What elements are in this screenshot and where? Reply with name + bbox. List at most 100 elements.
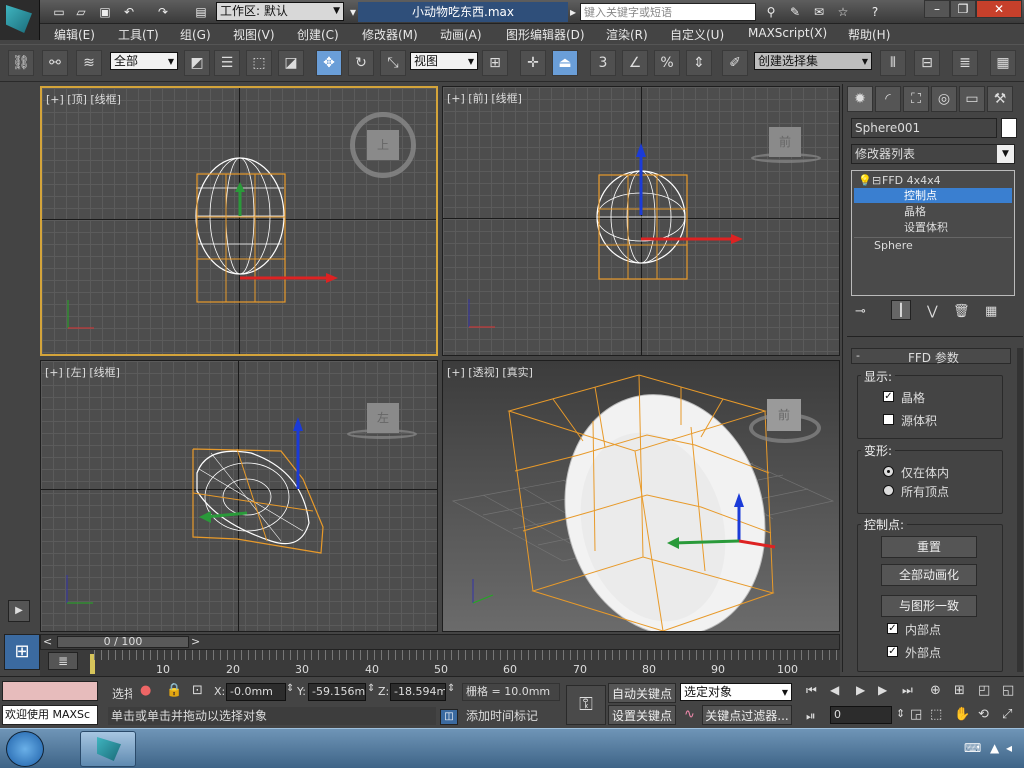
y-spinner-icon[interactable]: ⇕	[367, 683, 375, 694]
zoom-region-icon[interactable]: ⬚	[930, 707, 942, 722]
z-spinner-icon[interactable]: ⇕	[447, 683, 455, 694]
save-icon[interactable]: ▣	[96, 3, 114, 21]
close-button[interactable]: ✕	[976, 0, 1022, 18]
align-icon[interactable]: ⊟	[914, 50, 940, 76]
time-config-icon[interactable]: ◲	[910, 707, 922, 722]
make-unique-icon[interactable]: ⋁	[927, 304, 938, 319]
link-icon[interactable]: ⛓	[8, 50, 34, 76]
help-icon[interactable]: ?	[866, 3, 884, 21]
maximize-viewport-icon[interactable]: ⤢	[1002, 707, 1012, 722]
selection-filter-dropdown[interactable]: 全部	[110, 52, 178, 70]
stack-item-control-points[interactable]: 控制点	[854, 188, 1012, 203]
percent-snap-icon[interactable]: %	[654, 50, 680, 76]
modifier-list-dropdown[interactable]: 修改器列表	[851, 144, 1015, 164]
outside-points-checkbox[interactable]: ✓	[887, 646, 898, 657]
time-next-icon[interactable]: >	[191, 635, 200, 648]
create-tab-icon[interactable]: ✹	[847, 86, 873, 112]
project-folder-icon[interactable]: ▤	[192, 3, 210, 21]
select-manipulate-icon[interactable]: ✛	[520, 50, 546, 76]
viewcube-top[interactable]: 上	[367, 130, 399, 160]
layer-manager-icon[interactable]: ≣	[952, 50, 978, 76]
open-file-icon[interactable]: ▱	[72, 3, 90, 21]
object-color-swatch[interactable]	[1001, 118, 1017, 138]
edit-named-selection-icon[interactable]: ✐	[722, 50, 748, 76]
time-slider[interactable]: < 0 / 100 >	[40, 634, 840, 650]
collapse-rollout-icon[interactable]: -	[856, 349, 860, 362]
pivot-center-icon[interactable]: ⊞	[482, 50, 508, 76]
menu-edit[interactable]: 编辑(E)	[54, 26, 95, 43]
panel-scrollbar[interactable]	[1017, 348, 1023, 672]
light-bulb-icon[interactable]: 💡	[858, 173, 872, 188]
select-move-icon[interactable]: ✥	[316, 50, 342, 76]
named-selection-dropdown[interactable]: 创建选择集	[754, 52, 872, 70]
snaps-toggle-icon[interactable]: 3	[590, 50, 616, 76]
start-button[interactable]	[6, 731, 44, 767]
zoom-icon[interactable]: ⊕	[930, 683, 941, 698]
mirror-icon[interactable]: ⫴	[880, 50, 906, 76]
time-tag-icon[interactable]: ◫	[440, 709, 458, 725]
keyboard-shortcut-override-icon[interactable]: ⏏	[552, 50, 578, 76]
inside-points-checkbox[interactable]: ✓	[887, 623, 898, 634]
key-filter-curve-icon[interactable]: ∿	[684, 707, 695, 722]
animate-all-button[interactable]: 全部动画化	[881, 564, 977, 586]
keyboard-tray-icon[interactable]: ⌨	[964, 741, 981, 755]
key-mode-dropdown[interactable]: 选定对象	[680, 683, 792, 701]
remove-modifier-icon[interactable]: 🗑	[953, 304, 970, 319]
orbit-icon[interactable]: ⟲	[978, 707, 989, 722]
window-crossing-icon[interactable]: ◪	[278, 50, 304, 76]
rectangular-selection-icon[interactable]: ⬚	[246, 50, 272, 76]
ffd-rollout-header[interactable]: - FFD 参数	[851, 348, 1011, 365]
select-by-name-icon[interactable]: ☰	[214, 50, 240, 76]
stack-item-set-volume[interactable]: 设置体积	[854, 220, 1012, 235]
favorites-star-icon[interactable]: ☆	[834, 3, 852, 21]
select-object-icon[interactable]: ◩	[184, 50, 210, 76]
undo-icon[interactable]: ↶	[120, 3, 138, 21]
bind-space-warp-icon[interactable]: ≋	[76, 50, 102, 76]
binoculars-icon[interactable]: ⚲	[762, 3, 780, 21]
tools-icon[interactable]: ✎	[786, 3, 804, 21]
source-volume-checkbox[interactable]	[883, 414, 894, 425]
absolute-mode-icon[interactable]: ⊡	[192, 683, 203, 698]
menu-maxscript[interactable]: MAXScript(X)	[748, 26, 827, 40]
maxscript-listener-white[interactable]: 欢迎使用 MAXSc	[2, 705, 98, 725]
viewcube-front[interactable]: 前	[769, 127, 801, 157]
taskbar-3dsmax-icon[interactable]	[80, 731, 136, 767]
viewport-perspective[interactable]: [+] [透视] [真实] 前	[442, 360, 840, 632]
chevron-down-icon[interactable]: ▼	[997, 145, 1014, 163]
current-frame-field[interactable]: 0	[830, 706, 892, 724]
viewcube-left[interactable]: 左	[367, 403, 399, 433]
spinner-snap-icon[interactable]: ⇕	[686, 50, 712, 76]
viewport-front[interactable]: [+] [前] [线框] 前	[442, 86, 840, 356]
render-setup-icon[interactable]: ▦	[990, 50, 1016, 76]
x-coord-field[interactable]: -0.0mm	[226, 683, 286, 701]
menu-animation[interactable]: 动画(A)	[440, 26, 482, 43]
track-bar[interactable]: ≣ 10 20 30 40 50 60 70 80 90 100	[40, 650, 840, 676]
z-coord-field[interactable]: -18.594mm	[390, 683, 446, 701]
viewport-top[interactable]: [+] [顶] [线框] 上	[40, 86, 438, 356]
zoom-all-icon[interactable]: ⊞	[954, 683, 965, 698]
lattice-checkbox[interactable]: ✓	[883, 391, 894, 402]
menu-group[interactable]: 组(G)	[180, 26, 211, 43]
isolate-selection-icon[interactable]: ●	[140, 683, 151, 698]
show-end-result-icon[interactable]: ┃	[891, 300, 911, 320]
time-prev-icon[interactable]: <	[43, 635, 52, 648]
menu-rendering[interactable]: 渲染(R)	[606, 26, 648, 43]
pin-stack-icon[interactable]: ⊸	[855, 304, 866, 319]
network-tray-icon[interactable]: ▲	[990, 741, 999, 755]
add-time-tag[interactable]: 添加时间标记	[462, 707, 560, 725]
angle-snap-icon[interactable]: ∠	[622, 50, 648, 76]
pan-view-icon[interactable]: ✋	[954, 707, 970, 722]
expand-track-icon[interactable]: ▶	[8, 600, 30, 622]
select-scale-icon[interactable]: ⤡	[380, 50, 406, 76]
select-rotate-icon[interactable]: ↻	[348, 50, 374, 76]
minimize-button[interactable]: –	[924, 0, 950, 18]
menu-graph-editors[interactable]: 图形编辑器(D)	[506, 26, 585, 43]
stack-item-lattice[interactable]: 晶格	[854, 204, 1012, 219]
collapse-icon[interactable]: ⊟	[872, 173, 881, 188]
workspace-dropdown[interactable]: 工作区: 默认	[216, 2, 344, 21]
viewcube-perspective[interactable]: 前	[767, 399, 801, 431]
app-logo[interactable]	[0, 0, 40, 40]
zoom-extents-all-icon[interactable]: ◱	[1002, 683, 1014, 698]
utilities-tab-icon[interactable]: ⚒	[987, 86, 1013, 112]
redo-icon[interactable]: ↷	[154, 3, 172, 21]
